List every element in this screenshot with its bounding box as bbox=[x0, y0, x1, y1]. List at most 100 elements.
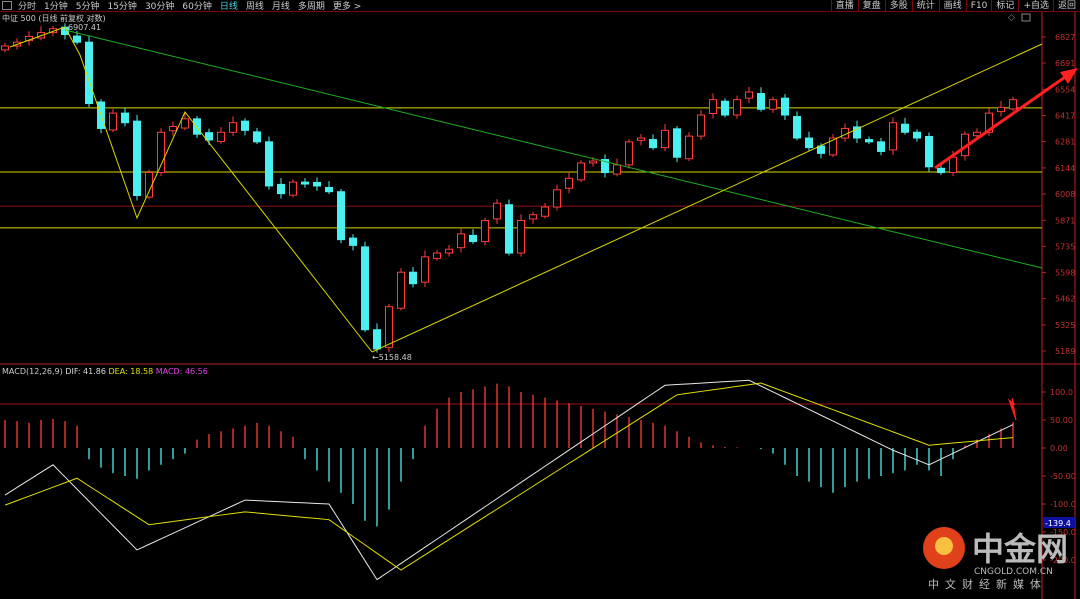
low-label: ←5158.48 bbox=[372, 353, 412, 362]
candle-body bbox=[913, 131, 921, 139]
svg-text:中文财经新媒体: 中文财经新媒体 bbox=[928, 577, 1047, 591]
candle-body bbox=[733, 99, 741, 116]
candle-body bbox=[877, 141, 885, 152]
candle-body bbox=[949, 156, 957, 174]
candle-body bbox=[253, 131, 261, 143]
candle-body bbox=[757, 93, 765, 110]
zigzag-line bbox=[9, 26, 373, 353]
candle-body bbox=[625, 141, 633, 166]
macd-tick-label: -100.0 bbox=[1050, 500, 1076, 509]
candle-body bbox=[685, 135, 693, 160]
candle-body bbox=[181, 118, 189, 129]
candle-body bbox=[301, 181, 309, 185]
candle-body bbox=[865, 139, 873, 143]
window-icon bbox=[1021, 13, 1031, 22]
candle-body bbox=[901, 123, 909, 133]
candle-body bbox=[229, 122, 237, 133]
price-tick-label: 6417 bbox=[1055, 112, 1075, 121]
price-tick-label: 5325 bbox=[1055, 321, 1075, 330]
macd-tick-label: 100.0 bbox=[1050, 388, 1073, 397]
candle-body bbox=[793, 116, 801, 139]
price-tick-label: 6008 bbox=[1055, 190, 1075, 199]
candle-body bbox=[805, 137, 813, 149]
candle-body bbox=[709, 99, 717, 114]
candle-body bbox=[445, 248, 453, 254]
candle-body bbox=[697, 114, 705, 137]
candle-body bbox=[493, 202, 501, 220]
candle-body bbox=[577, 162, 585, 181]
candle-body bbox=[721, 100, 729, 116]
price-tick-label: 5598 bbox=[1055, 269, 1075, 278]
candle-body bbox=[349, 237, 357, 246]
candle-body bbox=[409, 271, 417, 285]
candle-body bbox=[673, 128, 681, 158]
candle-body bbox=[649, 139, 657, 149]
price-tick-label: 6554 bbox=[1055, 85, 1075, 94]
yellow-trendline bbox=[371, 43, 1043, 353]
candle-body bbox=[265, 141, 273, 187]
macd-tick-label: 0.00 bbox=[1050, 444, 1068, 453]
candle-body bbox=[565, 177, 573, 189]
svg-text:中金网: 中金网 bbox=[972, 530, 1068, 568]
kline-chart[interactable]: 6827 6691 6554 6417 6281 6144 6008 5871 5735 5598… bbox=[0, 0, 1080, 599]
candle-body bbox=[325, 186, 333, 193]
candle-body bbox=[1009, 99, 1017, 110]
candle-body bbox=[889, 122, 897, 151]
candle-body bbox=[541, 206, 549, 217]
price-tick-label: 5735 bbox=[1055, 242, 1075, 251]
candle-body bbox=[1, 45, 9, 51]
price-tick-label: 6827 bbox=[1055, 33, 1075, 42]
candle-body bbox=[529, 214, 537, 220]
candle-body bbox=[433, 252, 441, 259]
price-tick-label: 5189 bbox=[1055, 347, 1075, 356]
candle-body bbox=[421, 256, 429, 283]
candle-body bbox=[109, 112, 117, 131]
candle-body bbox=[469, 234, 477, 243]
high-label: 6907.41 bbox=[68, 23, 101, 32]
macd-tick-label: 50.00 bbox=[1050, 416, 1073, 425]
candle-body bbox=[217, 131, 225, 142]
candle-body bbox=[745, 91, 753, 99]
candle-body bbox=[517, 219, 525, 254]
candle-body bbox=[277, 183, 285, 195]
price-tick-label: 5871 bbox=[1055, 216, 1075, 225]
price-tick-label: 6691 bbox=[1055, 59, 1075, 68]
cngold-logo: 中金网 CNGOLD.COM.CN 中文财经新媒体 bbox=[922, 522, 1072, 592]
price-tick-label: 5462 bbox=[1055, 295, 1075, 304]
price-tick-label: 6144 bbox=[1055, 164, 1075, 173]
candle-body bbox=[193, 118, 201, 135]
candle-body bbox=[505, 204, 513, 254]
candle-body bbox=[481, 219, 489, 243]
candle-body bbox=[373, 329, 381, 350]
candle-body bbox=[133, 120, 141, 197]
candle-body bbox=[121, 112, 129, 124]
macd-arrow-icon bbox=[1007, 397, 1017, 421]
svg-text:CNGOLD.COM.CN: CNGOLD.COM.CN bbox=[974, 567, 1053, 577]
candle-body bbox=[145, 172, 153, 198]
candle-body bbox=[613, 164, 621, 175]
candle-body bbox=[397, 271, 405, 309]
candle-body bbox=[553, 189, 561, 208]
candle-body bbox=[241, 120, 249, 131]
candle-body bbox=[637, 137, 645, 141]
candle-body bbox=[361, 246, 369, 331]
candle-body bbox=[661, 129, 669, 149]
candle-body bbox=[157, 131, 165, 174]
candle-body bbox=[937, 167, 945, 174]
candle-body bbox=[589, 160, 597, 164]
candle-body bbox=[289, 181, 297, 196]
candle-body bbox=[781, 97, 789, 116]
candle-body bbox=[457, 233, 465, 249]
candle-body bbox=[73, 35, 81, 43]
red-arrow-line bbox=[934, 73, 1069, 170]
macd-tick-label: -50.00 bbox=[1050, 472, 1076, 481]
candle-body bbox=[337, 191, 345, 241]
candle-body bbox=[313, 181, 321, 187]
candle-body bbox=[385, 306, 393, 348]
candle-body bbox=[169, 126, 177, 132]
candle-body bbox=[997, 106, 1005, 113]
diamond-icon: ◇ bbox=[1008, 13, 1015, 23]
candle-body bbox=[925, 135, 933, 168]
price-tick-label: 6281 bbox=[1055, 138, 1075, 147]
candle-body bbox=[769, 99, 777, 110]
